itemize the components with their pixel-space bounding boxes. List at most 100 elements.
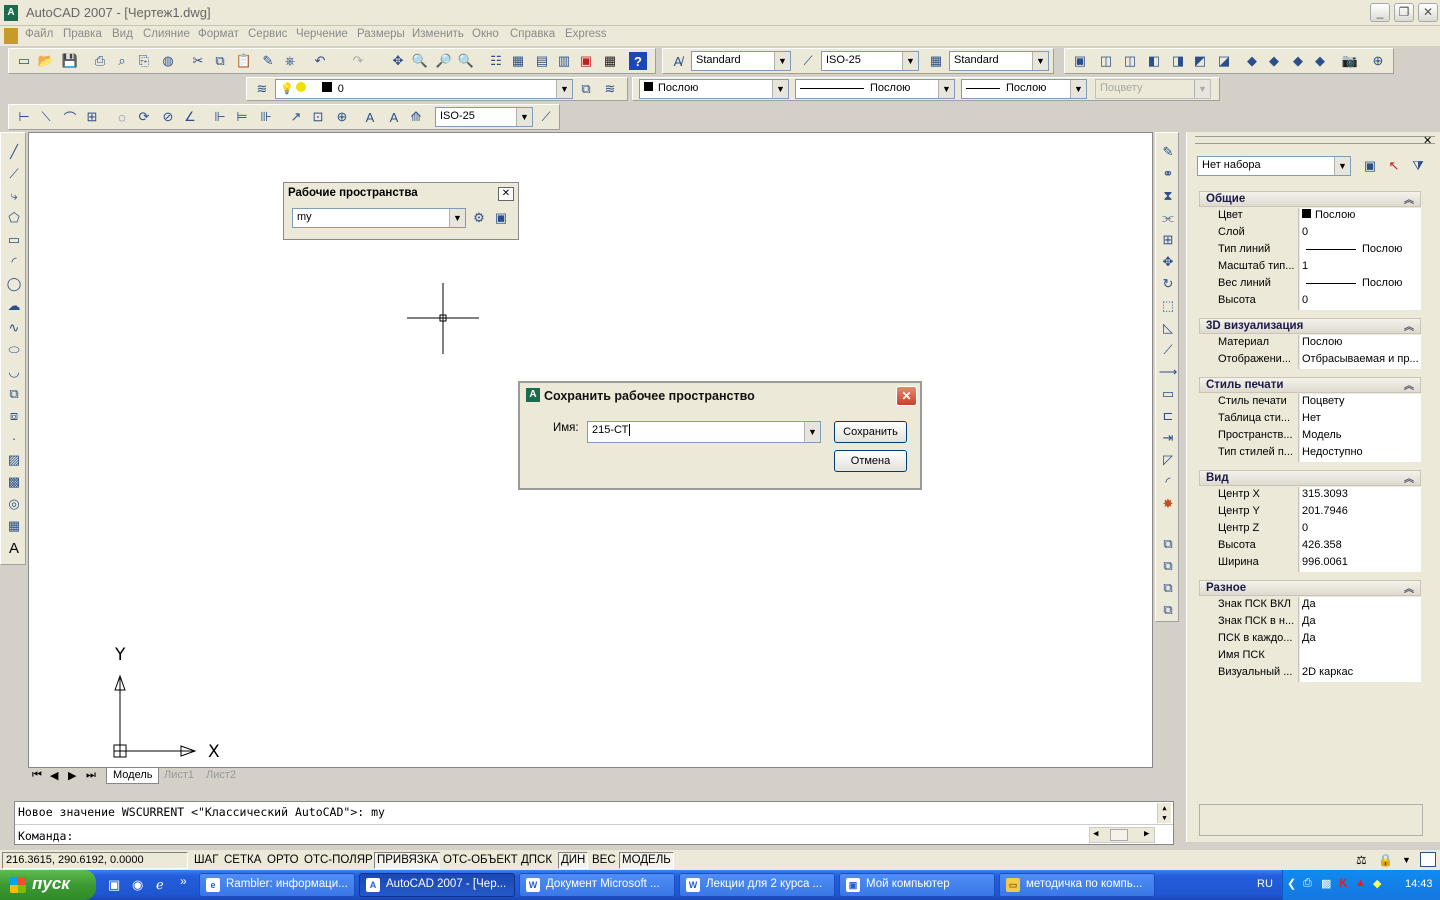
selection-select[interactable]: Нет набора ▼ — [1197, 156, 1351, 176]
rectangle-icon[interactable]: ▭ — [5, 231, 23, 249]
aligned-dim-icon[interactable]: ⟍ — [37, 108, 55, 126]
bring-above-icon[interactable]: ⧉ — [1159, 579, 1177, 597]
close-button[interactable]: ✕ — [1418, 3, 1438, 22]
prop-row[interactable]: Слой 0 — [1199, 225, 1421, 242]
preview-icon[interactable]: ⌕ — [113, 52, 131, 70]
prop-row[interactable]: Вес линий Послою — [1199, 276, 1421, 293]
send-under-icon[interactable]: ⧉ — [1159, 601, 1177, 619]
clean-screen-icon[interactable] — [1420, 852, 1436, 867]
line-icon[interactable]: ╱ — [5, 143, 23, 161]
construction-line-icon[interactable]: ⟋ — [5, 165, 23, 183]
text-style-icon[interactable]: A̸ — [669, 52, 687, 70]
print-icon[interactable]: ⎙ — [91, 52, 109, 70]
layer-manager-icon[interactable]: ≋ — [253, 80, 271, 98]
revcloud-icon[interactable]: ☁ — [5, 297, 23, 315]
polyline-icon[interactable]: ⤷ — [5, 187, 23, 205]
prop-row[interactable]: Центр Z0 — [1199, 521, 1421, 538]
menu-help[interactable]: Справка — [510, 28, 555, 40]
match-prop-icon[interactable]: ✎ — [259, 52, 277, 70]
horizontal-scrollbar[interactable]: ◀ ▶ — [1089, 827, 1155, 843]
ellipse-arc-icon[interactable]: ◡ — [5, 363, 23, 381]
ie-icon[interactable]: ℯ — [156, 877, 164, 893]
tray-app-icon[interactable]: ▩ — [1321, 877, 1331, 890]
back-view-icon[interactable]: ◪ — [1215, 52, 1233, 70]
task-rambler[interactable]: e Rambler: информаци... — [199, 873, 355, 897]
sw-iso-icon[interactable]: ◆ — [1243, 52, 1261, 70]
region-icon[interactable]: ◎ — [5, 495, 23, 513]
chamfer-icon[interactable]: ◸ — [1159, 451, 1177, 469]
tray-expand-icon[interactable]: ❮ — [1287, 877, 1296, 890]
array-icon[interactable]: ⊞ — [1159, 231, 1177, 249]
close-icon[interactable]: ✕ — [498, 187, 514, 201]
next-tab-icon[interactable]: ▶ — [68, 769, 76, 782]
workspace-select[interactable]: my ▼ — [292, 208, 466, 228]
section-plot-style[interactable]: Стиль печати ︽ — [1199, 377, 1421, 393]
workspace-name-input[interactable]: 215-СТ ▼ — [587, 421, 821, 443]
menu-modify[interactable]: Изменить — [412, 28, 464, 40]
copy-icon[interactable]: ⧉ — [211, 52, 229, 70]
ne-iso-icon[interactable]: ◆ — [1289, 52, 1307, 70]
printer-icon[interactable]: ⎙ — [1303, 877, 1312, 890]
right-view-icon[interactable]: ◨ — [1169, 52, 1187, 70]
break-icon[interactable]: ⊏ — [1159, 407, 1177, 425]
quicklaunch-icon[interactable]: ◉ — [132, 877, 143, 893]
fillet-icon[interactable]: ◜ — [1159, 473, 1177, 491]
bottom-view-icon[interactable]: ◫ — [1121, 52, 1139, 70]
prop-row[interactable]: Тип стилей п... Недоступно — [1199, 445, 1421, 462]
section-3d-visualization[interactable]: 3D визуализация ︽ — [1199, 318, 1421, 334]
calculator-icon[interactable]: ▦ — [601, 52, 619, 70]
ellipse-icon[interactable]: ⬭ — [5, 341, 23, 359]
menu-draw[interactable]: Черчение — [296, 28, 348, 40]
snap-toggle[interactable]: ШАГ — [191, 852, 222, 869]
diameter-icon[interactable]: ⊘ — [159, 108, 177, 126]
prop-row[interactable]: Отображени... Отбрасываемая и пр... — [1199, 352, 1421, 369]
draw-order-front-icon[interactable]: ⧉ — [1159, 535, 1177, 553]
copy-object-icon[interactable]: ⚭ — [1159, 165, 1177, 183]
make-current-layer-icon[interactable]: ⧉ — [577, 80, 595, 98]
dim-style-select[interactable]: ISO-25 ▼ — [821, 51, 919, 71]
dim-text-edit-icon[interactable]: A — [385, 108, 403, 126]
prop-row[interactable]: Цвет Послою — [1199, 208, 1421, 225]
tolerance-icon[interactable]: ⊡ — [309, 108, 327, 126]
section-view[interactable]: Вид ︽ — [1199, 470, 1421, 486]
prop-row[interactable]: Центр Y 201.7946 — [1199, 504, 1421, 521]
draw-order-back-icon[interactable]: ⧉ — [1159, 557, 1177, 575]
first-tab-icon[interactable]: ⏮ — [32, 769, 42, 782]
left-view-icon[interactable]: ◧ — [1145, 52, 1163, 70]
history-scrollbar[interactable]: ▲ ▼ — [1157, 803, 1171, 823]
point-icon[interactable]: · — [5, 429, 23, 447]
antivirus-icon[interactable]: K — [1339, 876, 1348, 890]
task-folder[interactable]: ▭ методичка по компь... — [999, 873, 1155, 897]
design-center-icon[interactable]: ▦ — [509, 52, 527, 70]
publish-icon[interactable]: ⎘ — [135, 52, 153, 70]
baseline-icon[interactable]: ⊨ — [233, 108, 251, 126]
3d-publish-icon[interactable]: ◍ — [159, 52, 177, 70]
zoom-realtime-icon[interactable]: 🔍 — [411, 52, 429, 70]
ortho-toggle[interactable]: ОРТО — [264, 852, 302, 869]
prop-row[interactable]: Знак ПСК в н... Да — [1199, 614, 1421, 631]
dim-update-icon[interactable]: ⟰ — [407, 108, 425, 126]
minimize-button[interactable]: _ — [1370, 3, 1390, 22]
dim-style-select-2[interactable]: ISO-25 ▼ — [435, 107, 533, 127]
workspace-save-icon[interactable]: ▣ — [492, 209, 510, 227]
nw-iso-icon[interactable]: ◆ — [1311, 52, 1329, 70]
insert-block-icon[interactable]: ⧉ — [5, 385, 23, 403]
angular-icon[interactable]: ∠ — [181, 108, 199, 126]
show-desktop-icon[interactable]: ▣ — [108, 877, 120, 893]
chevron-right-icon[interactable]: » — [180, 874, 187, 888]
palette-close-icon[interactable]: ✕ — [1423, 134, 1432, 147]
arc-icon[interactable]: ◜ — [5, 253, 23, 271]
cancel-button[interactable]: Отмена — [834, 450, 907, 472]
zoom-previous-icon[interactable]: 🔍 — [457, 52, 475, 70]
arc-length-icon[interactable]: ⌒ — [61, 108, 79, 126]
menu-format[interactable]: Формат — [198, 28, 239, 40]
table-icon[interactable]: ▦ — [5, 517, 23, 535]
prop-row[interactable]: Масштаб тип... 1 — [1199, 259, 1421, 276]
document-icon[interactable] — [4, 28, 18, 44]
ducs-toggle[interactable]: ДПСК — [518, 852, 556, 869]
tab-model[interactable]: Модель — [106, 768, 160, 784]
make-block-icon[interactable]: ⧈ — [5, 407, 23, 425]
language-indicator[interactable]: RU — [1257, 878, 1273, 890]
jogged-icon[interactable]: ⟳ — [135, 108, 153, 126]
redo-icon[interactable]: ↷ — [349, 52, 367, 70]
